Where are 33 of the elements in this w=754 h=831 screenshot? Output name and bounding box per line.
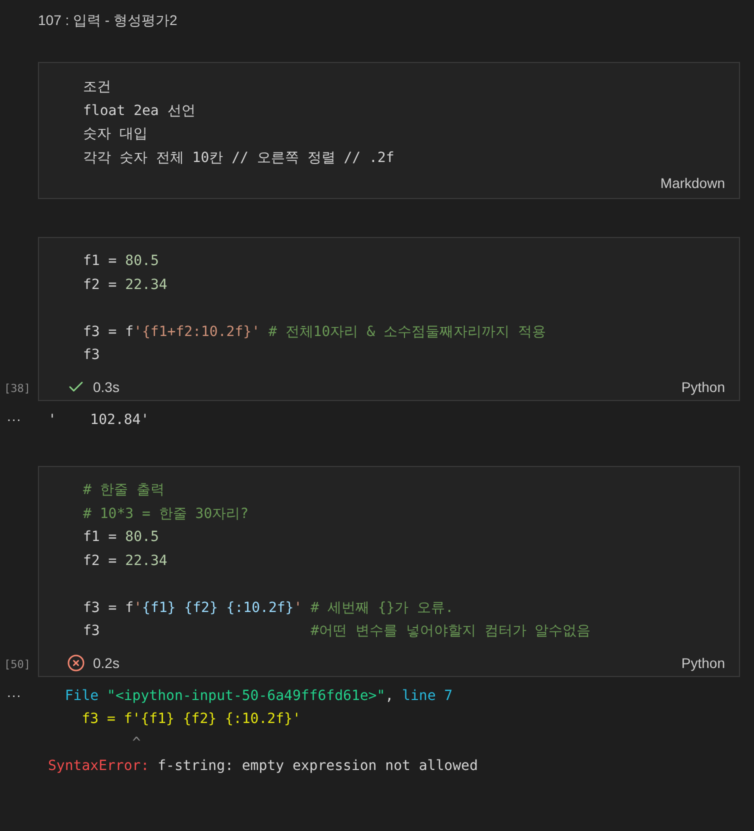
cell-language[interactable]: Python <box>681 378 725 394</box>
output-menu[interactable]: ... <box>0 408 48 422</box>
execution-count: [50] <box>3 658 32 670</box>
error-icon <box>67 654 85 672</box>
output-menu[interactable]: ... <box>0 684 48 698</box>
markdown-line: float 2ea 선언 <box>83 102 196 120</box>
code-line: f3 = f'{f1} {f2} {:10.2f}' # 세번째 {}가 오류. <box>83 598 454 618</box>
run-duration: 0.3s <box>93 378 120 394</box>
cell-language[interactable]: Python <box>681 654 725 670</box>
execution-count: [38] <box>3 382 32 394</box>
code-line: # 10*3 = 한줄 30자리? <box>83 504 249 524</box>
output-line: File "<ipython-input-50-6a49ff6fd61e>", line 7 <box>64 686 453 706</box>
code-line: f1 = 80.5 <box>83 528 159 547</box>
code-line: f1 = 80.5 <box>83 252 159 271</box>
code-line: # 한줄 출력 <box>83 481 164 500</box>
code-line: f3 #어떤 변수를 넣어야할지 컴터가 알수없음 <box>83 622 591 641</box>
run-duration: 0.2s <box>93 654 120 670</box>
output-line: ^ <box>131 734 141 752</box>
output-line: SyntaxError: f-string: empty expression not allowed <box>48 757 478 776</box>
code-cell[interactable]: f1 = 80.5 f2 = 22.34 f3 = f'{f1+f2:10.2f}' # 전체10자리 & 소수점둘째자리까지 적용 f3 0.3s Python <box>38 237 740 400</box>
code-line: f3 <box>83 346 100 365</box>
markdown-line: 숫자 대입 <box>83 125 148 144</box>
output-line: ' 102.84' <box>48 410 150 430</box>
code-line: f2 = 22.34 <box>83 552 168 570</box>
code-line: f2 = 22.34 <box>83 276 168 294</box>
markdown-cell[interactable]: 조건 float 2ea 선언 숫자 대입 각각 숫자 전체 10칸 // 오른쪽 정렬 // .2f Markdown <box>38 62 740 199</box>
markdown-line: 각각 숫자 전체 10칸 // 오른쪽 정렬 // .2f <box>83 148 394 168</box>
cell-language[interactable]: Markdown <box>660 175 725 191</box>
output-line: f3 = f'{f1} {f2} {:10.2f}' <box>80 710 301 729</box>
code-cell[interactable]: # 한줄 출력 # 10*3 = 한줄 30자리? f1 = 80.5 f2 = 22.34 f3 = f'{f1} {f2} {:10.2f}' # 세번째 {}가 오류. f3 #어떤 변수를 넣어야할지 컴터가 알수없음 0.2s Python <box>38 466 740 676</box>
notebook-title: 107 : 입력 - 형성평가2 <box>38 11 178 30</box>
code-line: f3 = f'{f1+f2:10.2f}' # 전체10자리 & 소수점둘째자리까지 적용 <box>83 322 546 342</box>
markdown-line: 조건 <box>83 78 111 97</box>
